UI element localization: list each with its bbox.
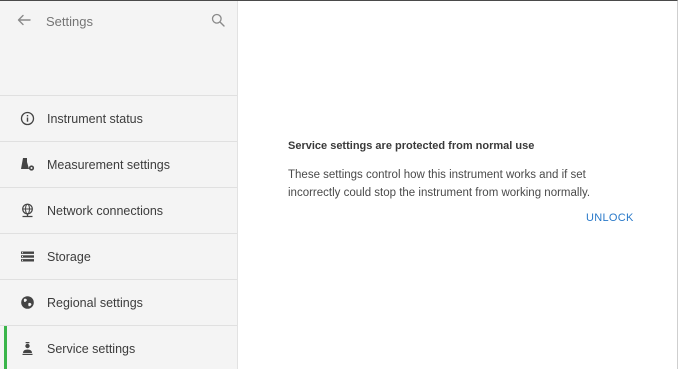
sidebar-header: Settings: [0, 1, 237, 96]
main-content: Service settings are protected from norm…: [238, 1, 677, 369]
sidebar-item-label: Storage: [47, 250, 91, 264]
protection-notice-title: Service settings are protected from norm…: [288, 140, 535, 152]
sidebar-item-measurement-settings[interactable]: Measurement settings: [0, 142, 237, 188]
service-person-icon: [20, 341, 35, 356]
sidebar-item-regional-settings[interactable]: Regional settings: [0, 280, 237, 326]
sidebar: Settings Instrument status Measurement s…: [0, 1, 238, 369]
page-title: Settings: [46, 14, 93, 29]
flask-gear-icon: [20, 157, 35, 172]
sidebar-item-instrument-status[interactable]: Instrument status: [0, 96, 237, 142]
settings-menu: Instrument status Measurement settings N…: [0, 96, 237, 369]
sidebar-item-label: Measurement settings: [47, 158, 170, 172]
sidebar-item-storage[interactable]: Storage: [0, 234, 237, 280]
sidebar-item-label: Service settings: [47, 342, 136, 356]
arrow-left-icon[interactable]: [16, 12, 32, 28]
globe-network-icon: [20, 203, 35, 218]
sidebar-item-label: Regional settings: [47, 296, 143, 310]
sidebar-item-label: Network connections: [47, 204, 164, 218]
protection-notice-body: These settings control how this instrume…: [288, 169, 591, 199]
sidebar-item-service-settings[interactable]: Service settings: [0, 326, 237, 369]
settings-window: Settings Instrument status Measurement s…: [0, 0, 678, 369]
info-circle-icon: [20, 111, 35, 126]
storage-icon: [20, 249, 35, 264]
unlock-button[interactable]: UNLOCK: [586, 212, 634, 224]
sidebar-item-label: Instrument status: [47, 112, 143, 126]
sidebar-item-network-connections[interactable]: Network connections: [0, 188, 237, 234]
world-icon: [20, 295, 35, 310]
search-icon[interactable]: [211, 13, 225, 27]
